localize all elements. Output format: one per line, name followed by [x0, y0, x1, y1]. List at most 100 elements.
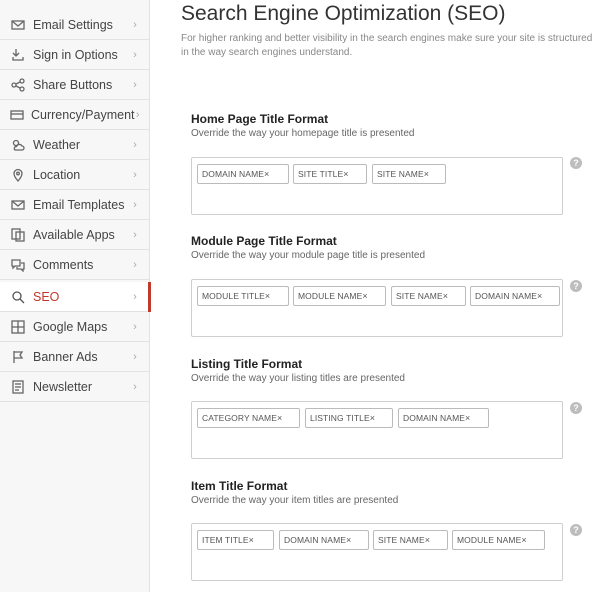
- remove-icon[interactable]: ×: [265, 291, 270, 301]
- globe-icon: [10, 319, 26, 335]
- token[interactable]: MODULE NAME×: [452, 530, 545, 550]
- remove-icon[interactable]: ×: [346, 535, 351, 545]
- token[interactable]: CATEGORY NAME×: [197, 408, 300, 428]
- sidebar-item-label: Share Buttons: [33, 77, 113, 92]
- chevron-right-icon: ›: [133, 320, 137, 333]
- cloud-sun-icon: [10, 137, 26, 153]
- chevron-right-icon: ›: [133, 228, 137, 241]
- token-label: ITEM TITLE: [202, 535, 249, 545]
- token-label: DOMAIN NAME: [403, 413, 466, 423]
- apps-icon: [10, 227, 26, 243]
- item-title-format-input[interactable]: ITEM TITLE× DOMAIN NAME× SITE NAME× MODU…: [191, 523, 563, 581]
- sidebar-item-currency-payment[interactable]: Currency/Payment ›: [0, 100, 149, 130]
- token-label: LISTING TITLE: [310, 413, 370, 423]
- sidebar-item-label: Comments: [33, 257, 94, 272]
- remove-icon[interactable]: ×: [249, 535, 254, 545]
- token[interactable]: DOMAIN NAME×: [279, 530, 369, 550]
- chevron-right-icon: ›: [133, 290, 137, 303]
- token[interactable]: DOMAIN NAME×: [398, 408, 489, 428]
- sidebar-item-weather[interactable]: Weather ›: [0, 130, 149, 160]
- chevron-right-icon: ›: [133, 198, 137, 211]
- token[interactable]: SITE NAME×: [372, 164, 446, 184]
- help-icon[interactable]: ?: [570, 157, 582, 169]
- sidebar-item-label: Newsletter: [33, 379, 93, 394]
- card-icon: [10, 107, 24, 123]
- token[interactable]: SITE NAME×: [373, 530, 448, 550]
- section-title: Module Page Title Format: [191, 234, 337, 248]
- sidebar-item-google-maps[interactable]: Google Maps ›: [0, 312, 149, 342]
- token[interactable]: ITEM TITLE×: [197, 530, 274, 550]
- remove-icon[interactable]: ×: [424, 169, 429, 179]
- remove-icon[interactable]: ×: [370, 413, 375, 423]
- chevron-right-icon: ›: [133, 380, 137, 393]
- listing-title-format-input[interactable]: CATEGORY NAME× LISTING TITLE× DOMAIN NAM…: [191, 401, 563, 459]
- sidebar-item-label: Email Templates: [33, 197, 125, 212]
- remove-icon[interactable]: ×: [521, 535, 526, 545]
- token-label: SITE TITLE: [298, 169, 344, 179]
- sidebar-item-label: SEO: [33, 289, 60, 304]
- token[interactable]: SITE NAME×: [391, 286, 466, 306]
- home-title-format-input[interactable]: DOMAIN NAME× SITE TITLE× SITE NAME×: [191, 157, 563, 215]
- sidebar-item-banner-ads[interactable]: Banner Ads ›: [0, 342, 149, 372]
- remove-icon[interactable]: ×: [425, 535, 430, 545]
- map-pin-icon: [10, 167, 26, 183]
- token-label: DOMAIN NAME: [202, 169, 265, 179]
- chevron-right-icon: ›: [133, 18, 137, 31]
- envelope-icon: [10, 197, 26, 213]
- chevron-right-icon: ›: [133, 350, 137, 363]
- section-description: Override the way your homepage title is …: [191, 128, 415, 139]
- sidebar-item-label: Email Settings: [33, 17, 113, 32]
- chevron-right-icon: ›: [133, 48, 137, 61]
- token[interactable]: DOMAIN NAME×: [470, 286, 560, 306]
- token[interactable]: DOMAIN NAME×: [197, 164, 289, 184]
- sidebar-item-newsletter[interactable]: Newsletter ›: [0, 372, 149, 402]
- token-label: SITE NAME: [377, 169, 424, 179]
- token-label: MODULE NAME: [298, 291, 363, 301]
- envelope-icon: [10, 17, 26, 33]
- token[interactable]: SITE TITLE×: [293, 164, 367, 184]
- remove-icon[interactable]: ×: [264, 169, 269, 179]
- sidebar-item-label: Google Maps: [33, 319, 108, 334]
- chevron-right-icon: ›: [133, 138, 137, 151]
- module-title-format-input[interactable]: MODULE TITLE× MODULE NAME× SITE NAME× DO…: [191, 279, 563, 337]
- token-label: SITE NAME: [396, 291, 443, 301]
- remove-icon[interactable]: ×: [537, 291, 542, 301]
- remove-icon[interactable]: ×: [277, 413, 282, 423]
- sidebar-item-label: Location: [33, 167, 81, 182]
- chevron-right-icon: ›: [133, 78, 137, 91]
- token[interactable]: MODULE TITLE×: [197, 286, 289, 306]
- token-label: DOMAIN NAME: [284, 535, 347, 545]
- help-icon[interactable]: ?: [570, 524, 582, 536]
- chevron-right-icon: ›: [133, 168, 137, 181]
- sidebar-item-sign-in-options[interactable]: Sign in Options ›: [0, 40, 149, 70]
- token[interactable]: MODULE NAME×: [293, 286, 386, 306]
- section-title: Item Title Format: [191, 479, 288, 493]
- sign-in-icon: [10, 47, 26, 63]
- sidebar-item-share-buttons[interactable]: Share Buttons ›: [0, 70, 149, 100]
- section-description: Override the way your item titles are pr…: [191, 495, 399, 506]
- token[interactable]: LISTING TITLE×: [305, 408, 393, 428]
- token-label: MODULE TITLE: [202, 291, 265, 301]
- sidebar-item-seo[interactable]: SEO ›: [0, 282, 151, 312]
- help-icon[interactable]: ?: [570, 280, 582, 292]
- remove-icon[interactable]: ×: [443, 291, 448, 301]
- sidebar-item-location[interactable]: Location ›: [0, 160, 149, 190]
- sidebar-item-label: Banner Ads: [33, 349, 98, 364]
- sidebar-item-available-apps[interactable]: Available Apps ›: [0, 220, 149, 250]
- remove-icon[interactable]: ×: [362, 291, 367, 301]
- remove-icon[interactable]: ×: [343, 169, 348, 179]
- sidebar-item-comments[interactable]: Comments ›: [0, 250, 149, 280]
- remove-icon[interactable]: ×: [465, 413, 470, 423]
- flag-icon: [10, 349, 26, 365]
- section-description: Override the way your listing titles are…: [191, 373, 405, 384]
- token-label: DOMAIN NAME: [475, 291, 538, 301]
- section-title: Home Page Title Format: [191, 112, 329, 126]
- share-icon: [10, 77, 26, 93]
- token-label: MODULE NAME: [457, 535, 522, 545]
- sidebar-item-label: Weather: [33, 137, 81, 152]
- sidebar-item-email-settings[interactable]: Email Settings ›: [0, 10, 149, 40]
- chevron-right-icon: ›: [133, 258, 137, 271]
- sidebar-item-email-templates[interactable]: Email Templates ›: [0, 190, 149, 220]
- sidebar-item-label: Available Apps: [33, 227, 115, 242]
- help-icon[interactable]: ?: [570, 402, 582, 414]
